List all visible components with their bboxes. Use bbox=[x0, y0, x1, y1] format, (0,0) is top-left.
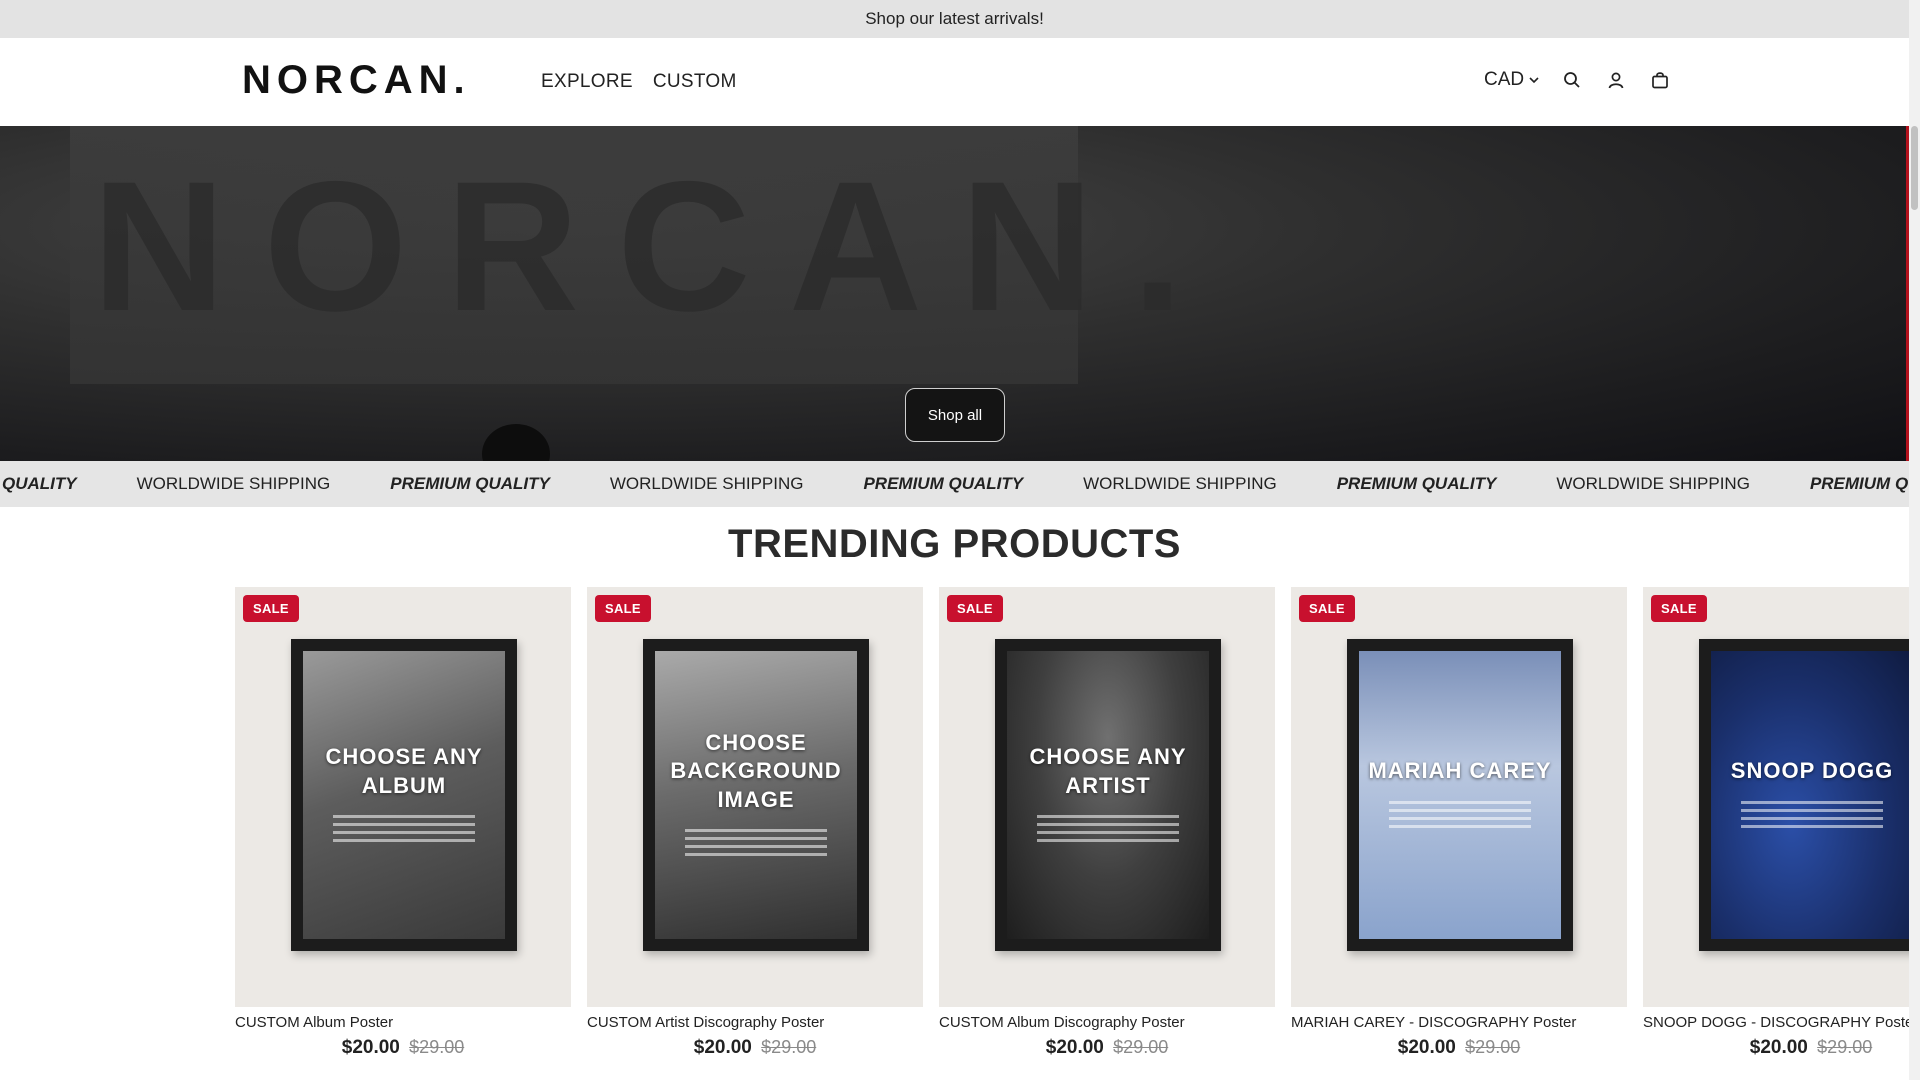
sale-badge: SALE bbox=[1299, 595, 1355, 622]
section-title: TRENDING PRODUCTS bbox=[728, 522, 1181, 566]
poster-art: MARIAH CAREY bbox=[1359, 651, 1561, 939]
product-card[interactable]: SALE MARIAH CAREY MARIAH CAREY - DISCOGR… bbox=[1291, 587, 1627, 1059]
marquee-bar: QUALITY WORLDWIDE SHIPPING PREMIUM QUALI… bbox=[0, 461, 1909, 507]
cart-icon bbox=[1652, 72, 1668, 89]
sale-price: $20.00 bbox=[1045, 1037, 1104, 1058]
sale-badge: SALE bbox=[947, 595, 1003, 622]
search-icon bbox=[1564, 72, 1580, 88]
poster-tracklist bbox=[1389, 796, 1531, 833]
sale-price: $20.00 bbox=[341, 1037, 400, 1058]
product-image[interactable]: SALE CHOOSE BACKGROUND IMAGE bbox=[587, 587, 923, 1007]
product-image[interactable]: SALE CHOOSE ANY ARTIST bbox=[939, 587, 1275, 1007]
sale-price: $20.00 bbox=[1397, 1037, 1456, 1058]
poster-art: SNOOP DOGG bbox=[1711, 651, 1909, 939]
poster-text: MARIAH CAREY bbox=[1368, 758, 1552, 784]
shop-all-button[interactable]: Shop all bbox=[905, 388, 1005, 442]
product-name[interactable]: SNOOP DOGG - DISCOGRAPHY Poster bbox=[1643, 1014, 1909, 1031]
poster-tracklist bbox=[333, 810, 475, 847]
poster-text: CHOOSE ANY ALBUM bbox=[325, 743, 483, 798]
poster-art: CHOOSE ANY ARTIST bbox=[1007, 651, 1209, 939]
marquee-item: QUALITY bbox=[2, 474, 77, 493]
product-price: $20.00 $29.00 bbox=[235, 1037, 571, 1059]
compare-price: $29.00 bbox=[1113, 1037, 1169, 1057]
product-card[interactable]: SALE CHOOSE ANY ALBUM CUSTOM Album Poste… bbox=[235, 587, 571, 1059]
poster-art: CHOOSE BACKGROUND IMAGE bbox=[655, 651, 857, 939]
poster-tracklist bbox=[685, 824, 827, 861]
compare-price: $29.00 bbox=[761, 1037, 817, 1057]
hero-silhouette bbox=[482, 424, 550, 461]
product-card[interactable]: SALE CHOOSE ANY ARTIST CUSTOM Album Disc… bbox=[939, 587, 1275, 1059]
sale-price: $20.00 bbox=[1749, 1037, 1808, 1058]
product-price: $20.00 $29.00 bbox=[939, 1037, 1275, 1059]
poster-frame: SNOOP DOGG bbox=[1699, 639, 1909, 951]
main-nav: EXPLORE CUSTOM bbox=[541, 71, 737, 93]
store-logo[interactable]: NORCAN. bbox=[242, 58, 471, 103]
product-name[interactable]: CUSTOM Album Discography Poster bbox=[939, 1014, 1275, 1031]
marquee-item: WORLDWIDE SHIPPING bbox=[609, 474, 804, 493]
product-name[interactable]: CUSTOM Artist Discography Poster bbox=[587, 1014, 923, 1031]
poster-frame: CHOOSE ANY ARTIST bbox=[995, 639, 1221, 951]
poster-frame: CHOOSE BACKGROUND IMAGE bbox=[643, 639, 869, 951]
product-price: $20.00 $29.00 bbox=[587, 1037, 923, 1059]
marquee-item: PREMIUM QUALITY bbox=[390, 474, 550, 493]
cart-button[interactable] bbox=[1648, 68, 1672, 92]
poster-frame: CHOOSE ANY ALBUM bbox=[291, 639, 517, 951]
product-price: $20.00 $29.00 bbox=[1643, 1037, 1909, 1059]
nav-custom[interactable]: CUSTOM bbox=[653, 71, 737, 93]
announcement-text: Shop our latest arrivals! bbox=[865, 9, 1044, 28]
poster-text: SNOOP DOGG bbox=[1730, 758, 1894, 784]
compare-price: $29.00 bbox=[1817, 1037, 1873, 1057]
marquee-item: PREMIUM QUALITY bbox=[1336, 474, 1497, 493]
account-button[interactable] bbox=[1604, 68, 1628, 92]
poster-text: CHOOSE ANY ARTIST bbox=[1029, 743, 1187, 798]
product-name[interactable]: MARIAH CAREY - DISCOGRAPHY Poster bbox=[1291, 1014, 1627, 1031]
poster-frame: MARIAH CAREY bbox=[1347, 639, 1573, 951]
announcement-bar: Shop our latest arrivals! bbox=[0, 0, 1909, 38]
sale-badge: SALE bbox=[243, 595, 299, 622]
marquee-item: WORLDWIDE SHIPPING bbox=[136, 474, 331, 493]
poster-art: CHOOSE ANY ALBUM bbox=[303, 651, 505, 939]
product-name[interactable]: CUSTOM Album Poster bbox=[235, 1014, 571, 1031]
header-tools: CAD bbox=[1484, 68, 1672, 92]
hero-backdrop-word: NORCAN. bbox=[92, 144, 1222, 350]
product-image[interactable]: SALE MARIAH CAREY bbox=[1291, 587, 1627, 1007]
product-price: $20.00 $29.00 bbox=[1291, 1037, 1627, 1059]
marquee-item: WORLDWIDE SHIPPING bbox=[1556, 474, 1750, 493]
poster-tracklist bbox=[1741, 796, 1883, 833]
marquee-item: PREMIUM QUALITY bbox=[863, 474, 1024, 493]
page-scrollbar[interactable] bbox=[1909, 0, 1920, 1080]
currency-selector[interactable]: CAD bbox=[1484, 69, 1540, 91]
account-icon bbox=[1608, 72, 1624, 89]
marquee-item: WORLDWIDE SHIPPING bbox=[1083, 474, 1277, 493]
product-card[interactable]: SALE SNOOP DOGG SNOOP DOGG - DISCOGRAPHY… bbox=[1643, 587, 1909, 1059]
sale-badge: SALE bbox=[1651, 595, 1707, 622]
product-image[interactable]: SALE CHOOSE ANY ALBUM bbox=[235, 587, 571, 1007]
marquee-item: PREMIUM QUALITY bbox=[1809, 474, 1909, 493]
poster-text: CHOOSE BACKGROUND IMAGE bbox=[670, 729, 842, 812]
site-header: NORCAN. EXPLORE CUSTOM CAD bbox=[0, 38, 1909, 126]
poster-tracklist bbox=[1037, 810, 1179, 847]
currency-label: CAD bbox=[1484, 69, 1525, 90]
search-button[interactable] bbox=[1560, 68, 1584, 92]
hero-banner: NORCAN. Shop all bbox=[0, 126, 1909, 461]
marquee-track: QUALITY WORLDWIDE SHIPPING PREMIUM QUALI… bbox=[2, 461, 1909, 507]
compare-price: $29.00 bbox=[409, 1037, 465, 1057]
chevron-down-icon bbox=[1529, 77, 1539, 84]
sale-badge: SALE bbox=[595, 595, 651, 622]
product-image[interactable]: SALE SNOOP DOGG bbox=[1643, 587, 1909, 1007]
scrollbar-thumb[interactable] bbox=[1911, 126, 1918, 210]
nav-explore[interactable]: EXPLORE bbox=[541, 71, 633, 93]
product-carousel: SALE CHOOSE ANY ALBUM CUSTOM Album Poste… bbox=[235, 587, 1909, 1080]
sale-price: $20.00 bbox=[693, 1037, 752, 1058]
compare-price: $29.00 bbox=[1465, 1037, 1521, 1057]
product-card[interactable]: SALE CHOOSE BACKGROUND IMAGE CUSTOM Arti… bbox=[587, 587, 923, 1059]
